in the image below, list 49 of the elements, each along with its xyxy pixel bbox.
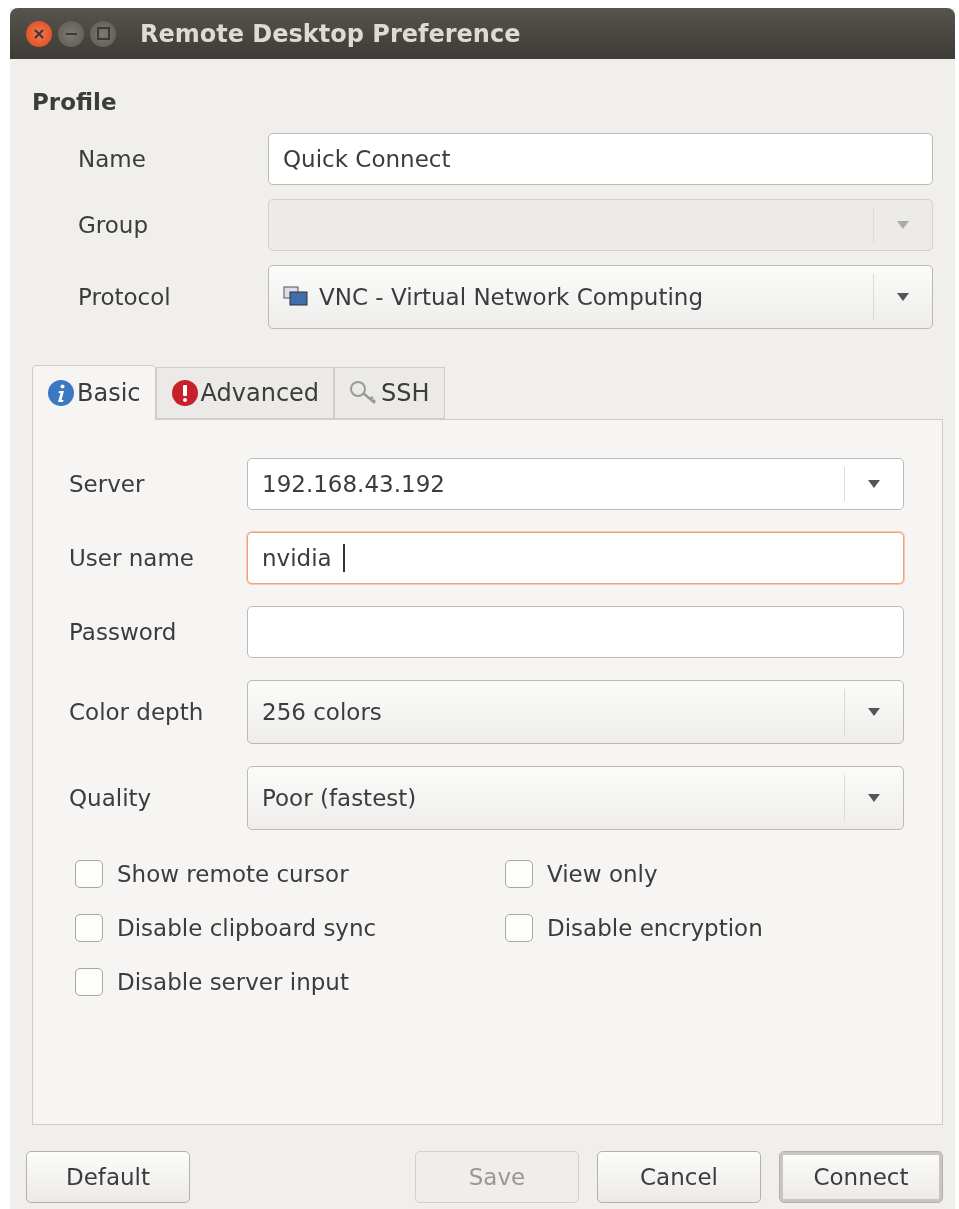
checkbox[interactable]: Disable server input: [75, 968, 505, 996]
tab[interactable]: Advanced: [155, 367, 335, 419]
monitor-icon: [283, 286, 309, 308]
dialog-button[interactable]: Cancel: [597, 1151, 761, 1203]
field-label: User name: [69, 545, 195, 571]
dialog-button[interactable]: Default: [26, 1151, 190, 1203]
field-label: Server: [69, 471, 146, 497]
warning-icon: [170, 379, 199, 407]
text-field[interactable]: [247, 606, 904, 658]
field-label: Name: [78, 146, 147, 172]
checkbox-label: View only: [547, 861, 658, 887]
text-field[interactable]: Quick Connect: [268, 133, 933, 185]
checkbox[interactable]: View only: [505, 860, 904, 888]
close-icon[interactable]: [26, 20, 52, 47]
checkbox[interactable]: Show remote cursor: [75, 860, 505, 888]
field-label: Protocol: [78, 284, 172, 310]
dialog-button[interactable]: Connect: [779, 1151, 943, 1203]
minimize-icon[interactable]: [58, 20, 84, 47]
checkbox-label: Show remote cursor: [117, 861, 349, 887]
maximize-icon[interactable]: [90, 20, 116, 47]
caret-icon: [868, 480, 880, 488]
text-field[interactable]: nvidia: [247, 532, 904, 584]
field-label: Password: [69, 619, 178, 645]
field-label: Quality: [69, 785, 153, 811]
caret-icon: [897, 221, 909, 229]
section-heading: Profile: [32, 89, 118, 115]
dropdown[interactable]: Poor (fastest): [247, 766, 904, 830]
window-title: Remote Desktop Preference: [140, 19, 521, 48]
dropdown[interactable]: 256 colors: [247, 680, 904, 744]
tab[interactable]: SSH: [334, 367, 445, 419]
checkbox-box[interactable]: [75, 968, 103, 996]
field-label: Group: [78, 212, 150, 238]
checkbox-label: Disable clipboard sync: [117, 915, 377, 941]
caret-icon: [897, 293, 909, 301]
checkbox-label: Disable server input: [117, 969, 349, 995]
checkbox[interactable]: Disable clipboard sync: [75, 914, 505, 942]
caret-icon: [868, 708, 880, 716]
dropdown[interactable]: VNC - Virtual Network Computing: [268, 265, 933, 329]
checkbox[interactable]: Disable encryption: [505, 914, 904, 942]
checkbox-box[interactable]: [505, 860, 533, 888]
field-label: Color depth: [69, 699, 205, 725]
checkbox-box[interactable]: [75, 914, 103, 942]
combo-field[interactable]: 192.168.43.192: [247, 458, 904, 510]
info-icon: [47, 379, 75, 407]
caret-icon: [868, 794, 880, 802]
checkbox-label: Disable encryption: [547, 915, 763, 941]
checkbox-box[interactable]: [75, 860, 103, 888]
tab[interactable]: Basic: [32, 365, 156, 420]
checkbox-box[interactable]: [505, 914, 533, 942]
